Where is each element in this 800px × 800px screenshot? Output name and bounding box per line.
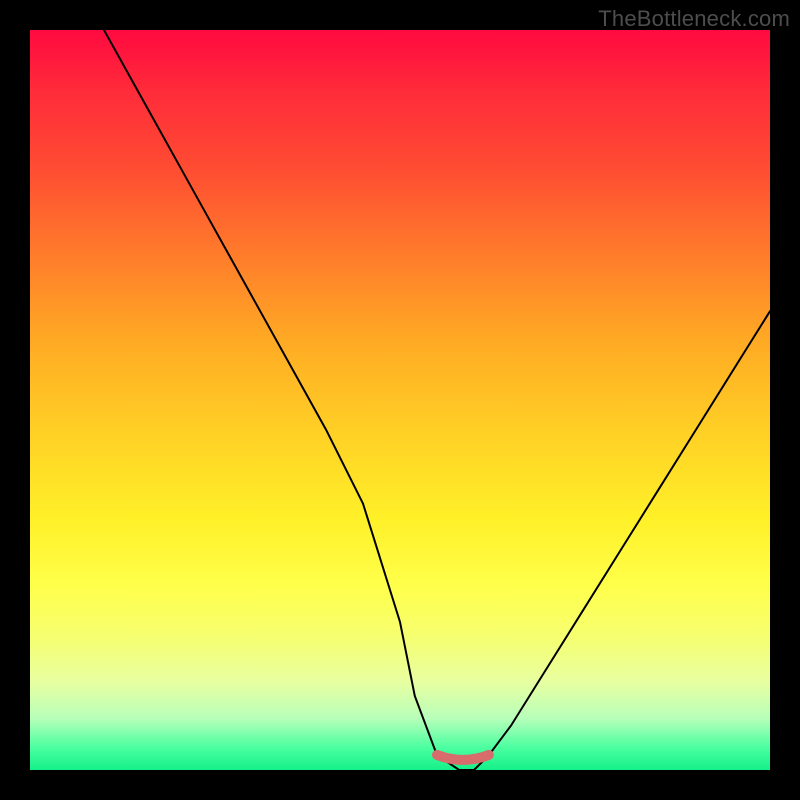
bottleneck-curve (104, 30, 770, 770)
flat-region-marker (437, 755, 489, 760)
chart-frame: TheBottleneck.com (0, 0, 800, 800)
plot-area (30, 30, 770, 770)
watermark-text: TheBottleneck.com (598, 6, 790, 32)
chart-svg (30, 30, 770, 770)
